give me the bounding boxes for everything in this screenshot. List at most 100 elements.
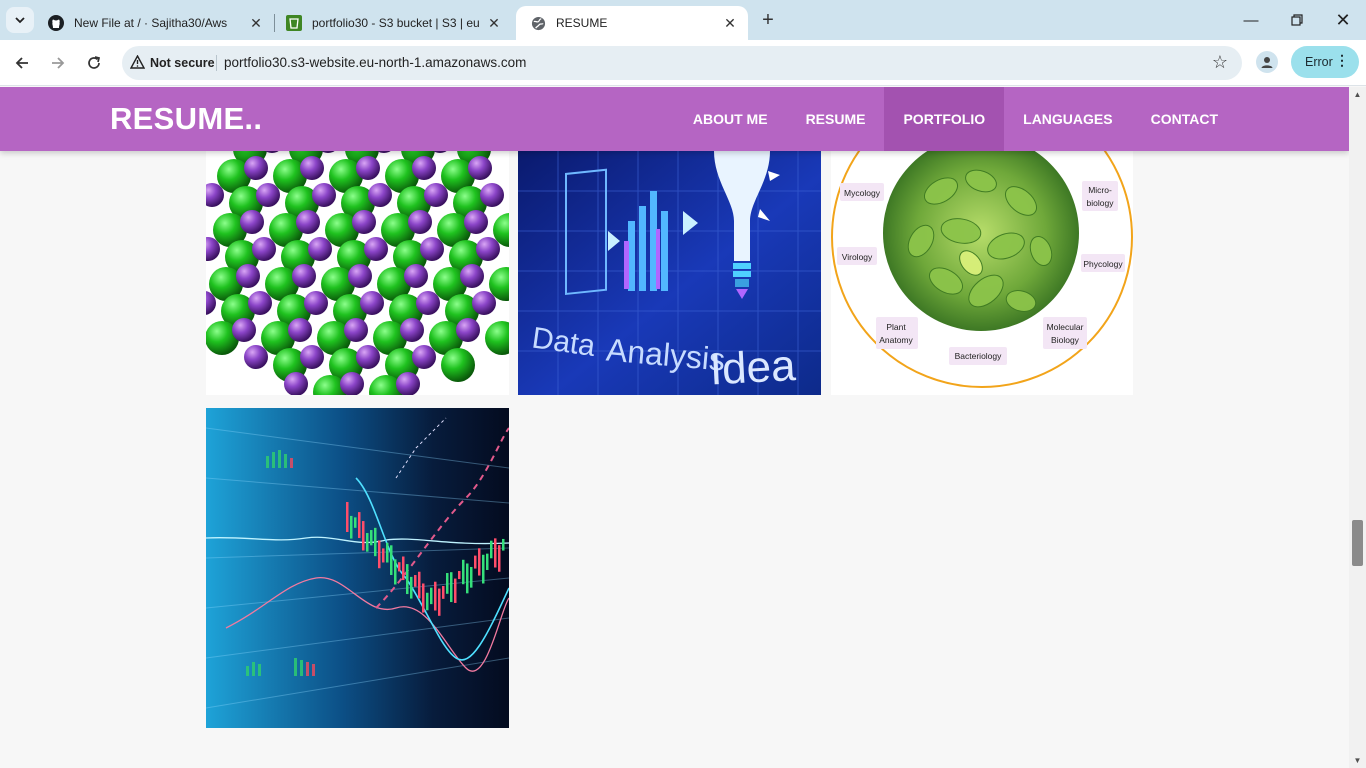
candlestick	[370, 530, 373, 546]
purple-sphere	[244, 345, 268, 369]
url-text[interactable]: portfolio30.s3-website.eu-north-1.amazon…	[224, 55, 526, 70]
topic-molecular-biology-2: Biology	[1051, 335, 1080, 345]
browser-toolbar: Not secure portfolio30.s3-website.eu-nor…	[0, 40, 1366, 86]
minimize-button[interactable]: —	[1236, 8, 1266, 32]
candlestick	[346, 502, 349, 532]
purple-sphere	[476, 237, 500, 261]
purple-sphere	[464, 210, 488, 234]
purple-sphere	[400, 318, 424, 342]
warning-icon	[129, 54, 146, 72]
close-tab-icon[interactable]: ✕	[484, 13, 504, 33]
green-sphere	[441, 348, 475, 382]
tab-title: New File at / · Sajitha30/Aws	[74, 16, 228, 30]
candlestick	[482, 554, 485, 584]
page-scrollbar[interactable]: ▲ ▼	[1349, 87, 1366, 768]
purple-sphere	[396, 372, 420, 395]
scrollbar-thumb[interactable]	[1352, 520, 1363, 566]
tab-resume[interactable]: RESUME ✕	[516, 6, 748, 40]
scroll-up-arrow-icon[interactable]: ▲	[1353, 90, 1362, 99]
reload-icon	[88, 56, 101, 69]
tab-github[interactable]: New File at / · Sajitha30/Aws ✕	[34, 6, 274, 40]
profile-error-button[interactable]: Error ⋮	[1291, 46, 1359, 78]
purple-sphere	[340, 372, 364, 395]
close-window-button[interactable]: ✕	[1328, 8, 1358, 32]
tab-search-button[interactable]	[6, 7, 34, 33]
candlestick	[494, 538, 497, 568]
purple-sphere	[424, 183, 448, 207]
tab-title: RESUME	[556, 16, 608, 30]
nav-languages[interactable]: LANGUAGES	[1004, 87, 1131, 151]
purple-sphere	[304, 291, 328, 315]
stock-market-image[interactable]	[206, 408, 509, 728]
candlestick	[486, 553, 489, 571]
purple-sphere	[312, 183, 336, 207]
address-bar[interactable]: Not secure portfolio30.s3-website.eu-nor…	[122, 46, 1242, 80]
purple-sphere	[480, 183, 504, 207]
candlestick	[366, 533, 369, 552]
candlestick	[454, 578, 457, 603]
nav-portfolio[interactable]: PORTFOLIO	[884, 87, 1005, 151]
profile-avatar[interactable]	[1256, 51, 1278, 73]
topic-virology: Virology	[842, 252, 873, 262]
nav-contact[interactable]: CONTACT	[1132, 87, 1237, 151]
scroll-down-arrow-icon[interactable]: ▼	[1353, 756, 1362, 765]
close-tab-icon[interactable]: ✕	[720, 13, 740, 33]
topic-phycology: Phycology	[1083, 259, 1123, 269]
tab-s3-bucket[interactable]: portfolio30 - S3 bucket | S3 | eu ✕	[272, 6, 512, 40]
candlestick	[394, 559, 397, 585]
candlestick	[478, 548, 481, 576]
topic-bacteriology: Bacteriology	[955, 351, 1003, 361]
site-brand[interactable]: RESUME..	[110, 101, 262, 137]
botany-branches-image[interactable]: Mycology Micro- biology Virology Phycolo…	[831, 151, 1133, 395]
bookmark-star-icon[interactable]: ☆	[1212, 52, 1228, 73]
purple-sphere	[344, 318, 368, 342]
candlestick	[450, 572, 453, 603]
purple-sphere	[404, 264, 428, 288]
candlestick	[358, 512, 361, 539]
candlestick	[434, 581, 437, 611]
topic-microbiology-1: Micro-	[1088, 185, 1112, 195]
candlestick	[474, 555, 477, 569]
candlestick	[350, 515, 353, 539]
purple-sphere	[352, 210, 376, 234]
restore-button[interactable]	[1282, 8, 1312, 32]
purple-sphere	[232, 318, 256, 342]
topic-plant-anatomy-2: Anatomy	[879, 335, 913, 345]
site-info-button[interactable]: Not secure	[129, 53, 215, 73]
crystal-lattice-image[interactable]	[206, 151, 509, 395]
candlestick	[466, 563, 469, 594]
person-icon	[1261, 57, 1273, 68]
candlestick	[386, 542, 389, 563]
purple-sphere	[284, 372, 308, 395]
topic-microbiology-2: biology	[1087, 198, 1115, 208]
aws-s3-icon	[286, 15, 302, 31]
purple-sphere	[416, 291, 440, 315]
back-button[interactable]	[10, 51, 34, 75]
nav-about-me[interactable]: ABOUT ME	[674, 87, 787, 151]
close-tab-icon[interactable]: ✕	[246, 13, 266, 33]
candlestick	[462, 559, 465, 585]
green-sphere	[485, 321, 509, 355]
purple-sphere	[252, 237, 276, 261]
site-navbar: RESUME.. ABOUT ME RESUME PORTFOLIO LANGU…	[0, 87, 1349, 151]
forward-button[interactable]	[46, 51, 70, 75]
purple-sphere	[236, 264, 260, 288]
more-options-icon[interactable]: ⋮	[1335, 53, 1349, 67]
purple-sphere	[412, 345, 436, 369]
candlestick	[354, 517, 357, 528]
candlestick	[430, 587, 433, 605]
nav-resume[interactable]: RESUME	[787, 87, 885, 151]
purple-sphere	[244, 156, 268, 180]
reload-button[interactable]	[82, 51, 106, 75]
purple-sphere	[356, 345, 380, 369]
new-tab-button[interactable]: +	[756, 8, 780, 32]
data-analysis-image[interactable]: Data Analysis Idea	[518, 151, 821, 395]
candlestick	[402, 556, 405, 581]
purple-sphere	[460, 264, 484, 288]
purple-sphere	[308, 237, 332, 261]
candlestick	[498, 545, 501, 572]
purple-sphere	[292, 264, 316, 288]
purple-sphere	[468, 156, 492, 180]
candlestick	[458, 571, 461, 580]
candlestick	[502, 538, 505, 551]
